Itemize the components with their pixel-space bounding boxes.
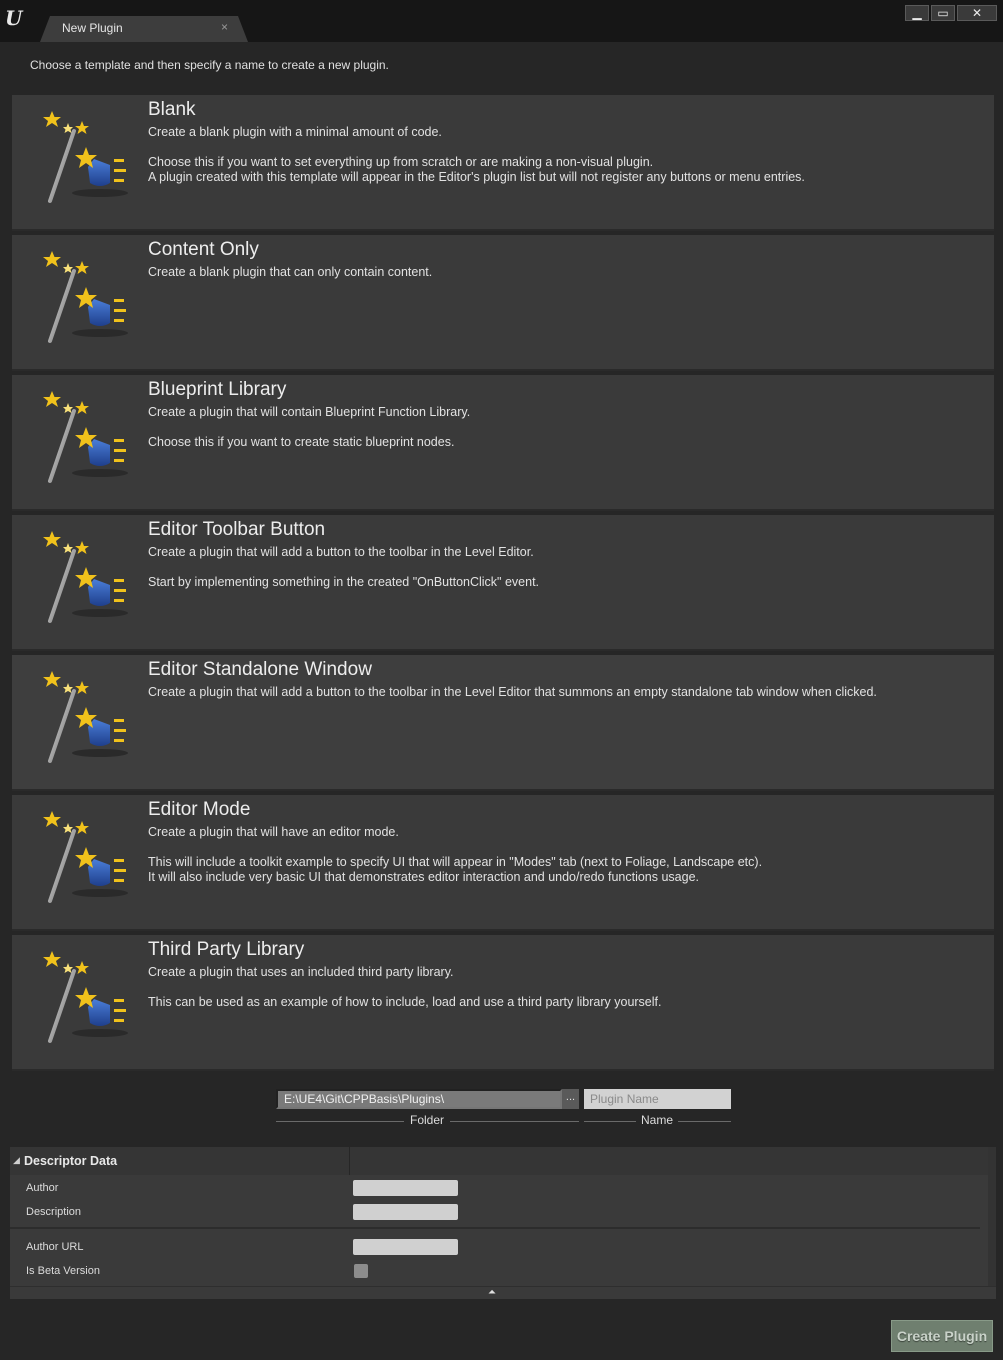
template-description-line: Create a plugin that will add a button t… (148, 685, 877, 699)
template-title: Content Only (148, 239, 259, 260)
template-card[interactable]: Editor Mode Create a plugin that will hav… (12, 795, 994, 931)
template-description-line: This will include a toolkit example to s… (148, 855, 763, 869)
template-description-line: It will also include very basic UI that … (148, 870, 700, 884)
magic-wand-plugin-icon (38, 809, 138, 909)
collapse-up-icon[interactable]: ⏶ (488, 1287, 496, 1298)
close-button[interactable]: ✕ (957, 5, 997, 21)
magic-wand-plugin-icon (38, 249, 138, 349)
author-field[interactable] (353, 1180, 458, 1196)
template-title: Blank (148, 99, 196, 120)
template-description-line: Create a blank plugin that can only cont… (148, 265, 433, 279)
template-description-line: Choose this if you want to create static… (148, 435, 455, 449)
template-description: Create a plugin that will have an editor… (148, 825, 978, 885)
template-description: Create a blank plugin with a minimal amo… (148, 125, 978, 185)
template-description-line: Create a plugin that will add a button t… (148, 545, 534, 559)
description-label: Description (26, 1206, 82, 1218)
template-description-line: Choose this if you want to set everythin… (148, 155, 654, 169)
minimize-button[interactable]: ▁ (905, 5, 929, 21)
tab-close-icon[interactable]: × (221, 20, 228, 34)
template-card[interactable]: Editor Standalone Window Create a plugin … (12, 655, 994, 791)
magic-wand-plugin-icon (38, 669, 138, 769)
folder-caption-line-right (450, 1121, 579, 1122)
column-divider (349, 1147, 350, 1175)
is-beta-label: Is Beta Version (26, 1265, 100, 1277)
template-description: Create a plugin that will add a button t… (148, 545, 978, 590)
template-card[interactable]: Content Only Create a blank plugin that c… (12, 235, 994, 371)
tab-label: New Plugin (62, 21, 123, 35)
plugin-name-field[interactable] (584, 1089, 731, 1109)
name-caption: Name (640, 1113, 673, 1127)
author-url-label: Author URL (26, 1241, 84, 1253)
template-title: Blueprint Library (148, 379, 287, 400)
instructions-text: Choose a template and then specify a nam… (30, 58, 389, 72)
unreal-logo-icon: U (5, 6, 23, 30)
descriptor-panel: ◢ Descriptor Data Author Description Aut… (10, 1147, 996, 1299)
magic-wand-plugin-icon (38, 529, 138, 629)
template-description-line: Create a plugin that will contain Bluepr… (148, 405, 471, 419)
window-controls: ▁ ▭ ✕ (905, 5, 997, 21)
folder-caption-line-left (276, 1121, 404, 1122)
template-title: Editor Toolbar Button (148, 519, 326, 540)
template-description-line: Create a plugin that will have an editor… (148, 825, 399, 839)
template-title: Third Party Library (148, 939, 305, 960)
template-description-line: A plugin created with this template will… (148, 170, 805, 184)
template-title: Editor Standalone Window (148, 659, 372, 680)
template-card[interactable]: Editor Toolbar Button Create a plugin tha… (12, 515, 994, 651)
template-card[interactable]: Third Party Library Create a plugin that … (12, 935, 994, 1071)
description-field[interactable] (353, 1204, 458, 1220)
template-description: Create a blank plugin that can only cont… (148, 265, 978, 280)
template-card[interactable]: Blueprint Library Create a plugin that wi… (12, 375, 994, 511)
template-description-line: Start by implementing something in the c… (148, 575, 540, 589)
template-card[interactable]: Blank Create a blank plugin with a minima… (12, 95, 994, 231)
author-url-field[interactable] (353, 1239, 458, 1255)
advanced-toggle[interactable]: ⏶ (10, 1286, 996, 1299)
maximize-button[interactable]: ▭ (931, 5, 955, 21)
template-description-line: This can be used as an example of how to… (148, 995, 662, 1009)
template-list: Blank Create a blank plugin with a minima… (12, 95, 994, 1075)
name-caption-line-left (584, 1121, 636, 1122)
template-description: Create a plugin that will add a button t… (148, 685, 978, 700)
descriptor-title: Descriptor Data (24, 1154, 118, 1168)
collapse-triangle-icon[interactable]: ◢ (13, 1155, 20, 1166)
name-caption-line-right (678, 1121, 731, 1122)
create-plugin-button[interactable]: Create Plugin (891, 1320, 993, 1352)
template-description-line: Create a plugin that uses an included th… (148, 965, 454, 979)
title-bar: U New Plugin × ▁ ▭ ✕ (0, 0, 1003, 42)
magic-wand-plugin-icon (38, 389, 138, 489)
descriptor-scrollbar[interactable] (988, 1147, 996, 1286)
folder-path-field[interactable] (276, 1089, 562, 1109)
folder-caption: Folder (409, 1113, 444, 1127)
is-beta-checkbox[interactable] (354, 1264, 368, 1278)
descriptor-header[interactable]: ◢ Descriptor Data (10, 1147, 996, 1175)
browse-folder-button[interactable]: ... (562, 1089, 579, 1109)
magic-wand-plugin-icon (38, 109, 138, 209)
magic-wand-plugin-icon (38, 949, 138, 1049)
tab-new-plugin[interactable]: New Plugin × (40, 16, 248, 42)
template-description: Create a plugin that uses an included th… (148, 965, 978, 1010)
template-title: Editor Mode (148, 799, 251, 820)
group-separator (10, 1227, 980, 1229)
template-description-line: Create a blank plugin with a minimal amo… (148, 125, 442, 139)
author-label: Author (26, 1182, 59, 1194)
template-description: Create a plugin that will contain Bluepr… (148, 405, 978, 450)
